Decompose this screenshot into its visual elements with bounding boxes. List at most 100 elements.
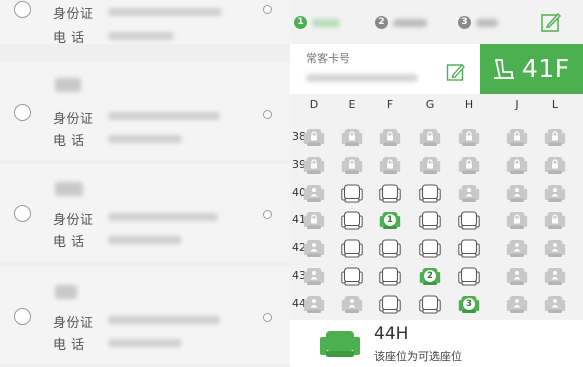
- step-2[interactable]: 2: [375, 16, 435, 30]
- phone-label: 电 话: [53, 134, 85, 149]
- step-number: 3: [458, 16, 471, 29]
- seat-44L: [544, 295, 566, 314]
- seat-39J: [506, 156, 528, 175]
- seat-39D: [303, 156, 325, 175]
- id-value-redacted: [108, 8, 222, 16]
- seat-40F[interactable]: [379, 184, 401, 203]
- seat-40L: [544, 184, 566, 203]
- passenger-seat-badge: 2: [424, 270, 436, 282]
- column-header-D: D: [309, 98, 319, 111]
- id-label: 身份证: [53, 316, 94, 331]
- passenger-name-redacted: [55, 182, 83, 196]
- seat-38G: [419, 128, 441, 147]
- step-number: 2: [375, 16, 388, 29]
- seat-41G[interactable]: [419, 211, 441, 230]
- passenger-card[interactable]: 身份证 电 话: [0, 266, 290, 364]
- step-3[interactable]: 3: [458, 16, 518, 30]
- passenger-option-dot[interactable]: [263, 5, 272, 14]
- seat-icon: [490, 56, 516, 86]
- passenger-radio[interactable]: [14, 1, 31, 18]
- seat-39F: [379, 156, 401, 175]
- column-header-H: H: [464, 98, 474, 111]
- seat-41L: [544, 211, 566, 230]
- seat-43L: [544, 267, 566, 286]
- column-header-F: F: [386, 98, 394, 111]
- step-number: 1: [294, 16, 307, 29]
- step-name-redacted: [476, 19, 498, 27]
- seat-41E[interactable]: [341, 211, 363, 230]
- seat-38E: [341, 128, 363, 147]
- phone-label: 电 话: [53, 338, 85, 353]
- seat-44E: [341, 295, 363, 314]
- passenger-seat-badge: 3: [463, 297, 475, 310]
- seat-42E[interactable]: [341, 239, 363, 258]
- edit-icon[interactable]: [446, 62, 466, 86]
- phone-label: 电 话: [53, 235, 85, 250]
- frequent-card-label: 常客卡号: [306, 52, 350, 65]
- phone-value-redacted: [108, 135, 182, 143]
- seat-38J: [506, 128, 528, 147]
- phone-value-redacted: [108, 339, 182, 347]
- passenger-list: 身份证 电 话 身份证 电 话 身份证 电 话 身份证 电 话: [0, 0, 290, 367]
- id-value-redacted: [108, 213, 218, 221]
- id-label: 身份证: [53, 213, 94, 228]
- passenger-card[interactable]: 身份证 电 话: [0, 62, 290, 160]
- seat-43H[interactable]: [458, 267, 480, 286]
- seat-44J: [506, 295, 528, 314]
- passenger-name-redacted: [55, 285, 77, 299]
- selected-seat-number: 41F: [522, 54, 570, 83]
- passenger-card[interactable]: 身份证 电 话: [0, 164, 290, 262]
- column-header-L: L: [551, 98, 559, 111]
- id-label: 身份证: [53, 7, 94, 22]
- passenger-option-dot[interactable]: [263, 110, 272, 119]
- passenger-radio[interactable]: [14, 104, 31, 121]
- seat-40E[interactable]: [341, 184, 363, 203]
- seat-43G[interactable]: 2: [419, 267, 441, 286]
- step-name-redacted: [312, 19, 340, 27]
- seat-availability-text: 该座位为可选座位: [374, 350, 462, 363]
- seat-44H[interactable]: 3: [458, 295, 480, 314]
- seat-43F[interactable]: [379, 267, 401, 286]
- column-header-G: G: [425, 98, 435, 111]
- step-1[interactable]: 1: [294, 16, 354, 30]
- passenger-option-dot[interactable]: [263, 313, 272, 322]
- seat-41F[interactable]: 1: [379, 211, 401, 230]
- selected-seat-badge: 41F: [480, 44, 583, 94]
- seat-42D: [303, 239, 325, 258]
- seat-38H: [458, 128, 480, 147]
- seat-selection-panel: 1 2 3 常客卡号 41F D E F G H J L 38 39 40 41 1 42 43 2 44 3: [290, 0, 583, 367]
- seat-42L: [544, 239, 566, 258]
- seat-info-bar: 44H 该座位为可选座位: [290, 320, 583, 367]
- id-value-redacted: [108, 316, 220, 324]
- seat-42J: [506, 239, 528, 258]
- seat-41H[interactable]: [458, 211, 480, 230]
- phone-value-redacted: [108, 236, 182, 244]
- phone-label: 电 话: [53, 31, 85, 46]
- seat-44G[interactable]: [419, 295, 441, 314]
- seat-42G[interactable]: [419, 239, 441, 258]
- seat-42F[interactable]: [379, 239, 401, 258]
- seat-38D: [303, 128, 325, 147]
- passenger-radio[interactable]: [14, 205, 31, 222]
- seat-43E[interactable]: [341, 267, 363, 286]
- seat-40G[interactable]: [419, 184, 441, 203]
- passenger-card[interactable]: 身份证 电 话: [0, 0, 290, 46]
- passenger-option-dot[interactable]: [263, 210, 272, 219]
- seat-icon: [320, 329, 360, 359]
- seat-43D: [303, 267, 325, 286]
- column-header-E: E: [348, 98, 356, 111]
- column-header-J: J: [515, 98, 519, 111]
- id-label: 身份证: [53, 112, 94, 127]
- passenger-radio[interactable]: [14, 308, 31, 325]
- edit-icon[interactable]: [540, 11, 562, 37]
- phone-value-redacted: [108, 32, 174, 40]
- step-bar: 1 2 3: [290, 0, 583, 44]
- seat-41D: [303, 211, 325, 230]
- step-name-redacted: [393, 19, 427, 27]
- id-value-redacted: [108, 112, 220, 120]
- seat-43J: [506, 267, 528, 286]
- seat-42H[interactable]: [458, 239, 480, 258]
- seat-44F[interactable]: [379, 295, 401, 314]
- seat-40H: [458, 184, 480, 203]
- seat-38L: [544, 128, 566, 147]
